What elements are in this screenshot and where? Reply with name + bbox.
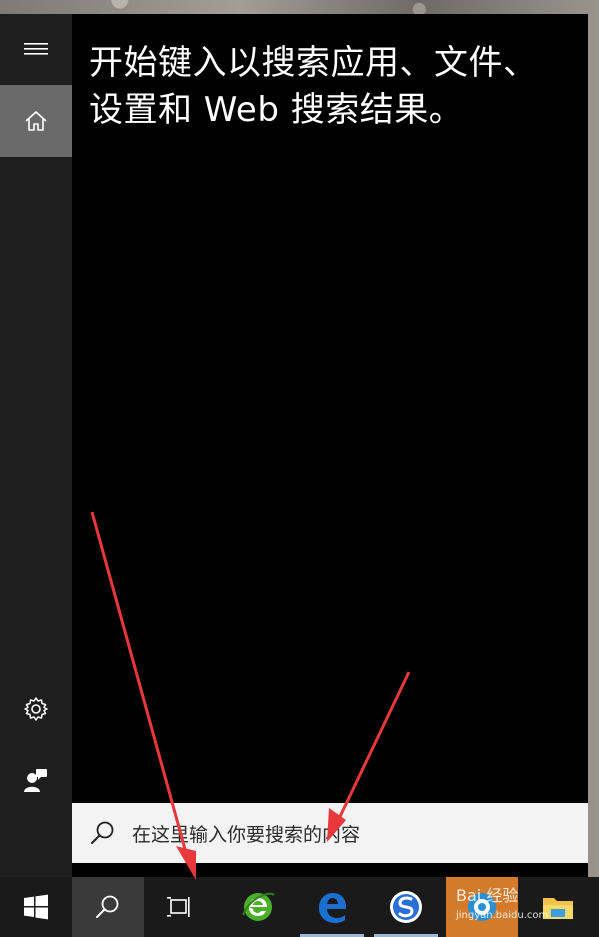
- task-view-icon: [167, 897, 190, 917]
- home-button[interactable]: [0, 85, 72, 157]
- edge-icon: [319, 893, 346, 923]
- search-icon: [96, 895, 119, 918]
- baidu-jingyan-watermark: Bai 经验 jingyan.baidu.com: [456, 882, 548, 921]
- windows-start-icon: [24, 894, 48, 920]
- task-view-button[interactable]: [144, 877, 216, 937]
- start-menu-search-panel: 开始键入以搜索应用、文件、 设置和 Web 搜索结果。: [0, 14, 588, 877]
- search-icon: [90, 820, 116, 846]
- prompt-line-1: 开始键入以搜索应用、文件、: [89, 43, 538, 83]
- user-icon: [24, 769, 47, 792]
- taskbar-search-button[interactable]: [72, 877, 144, 937]
- hamburger-menu-button[interactable]: [0, 14, 72, 84]
- search-results-area: 开始键入以搜索应用、文件、 设置和 Web 搜索结果。: [72, 14, 588, 816]
- ie-browser-button[interactable]: [222, 877, 294, 937]
- search-prompt-text: 开始键入以搜索应用、文件、 设置和 Web 搜索结果。: [89, 40, 559, 134]
- watermark-subtext: jingyan.baidu.com: [456, 910, 549, 921]
- hamburger-menu-icon: [24, 43, 48, 55]
- settings-button[interactable]: [0, 674, 72, 744]
- user-feedback-button[interactable]: [0, 744, 72, 816]
- sogou-browser-icon: [390, 891, 422, 923]
- edge-browser-button[interactable]: [296, 877, 368, 937]
- gear-icon: [24, 697, 48, 721]
- ie-browser-icon: [242, 892, 275, 921]
- search-input[interactable]: 在这里输入你要搜索的内容: [132, 820, 360, 847]
- start-button[interactable]: [0, 877, 72, 937]
- taskbar-search-box[interactable]: 在这里输入你要搜索的内容: [72, 803, 588, 863]
- home-icon: [25, 111, 47, 131]
- watermark-text: Bai 经验: [456, 886, 519, 905]
- start-menu-rail: [0, 14, 72, 877]
- prompt-line-2: 设置和 Web 搜索结果。: [89, 90, 464, 130]
- sogou-browser-button[interactable]: [370, 877, 442, 937]
